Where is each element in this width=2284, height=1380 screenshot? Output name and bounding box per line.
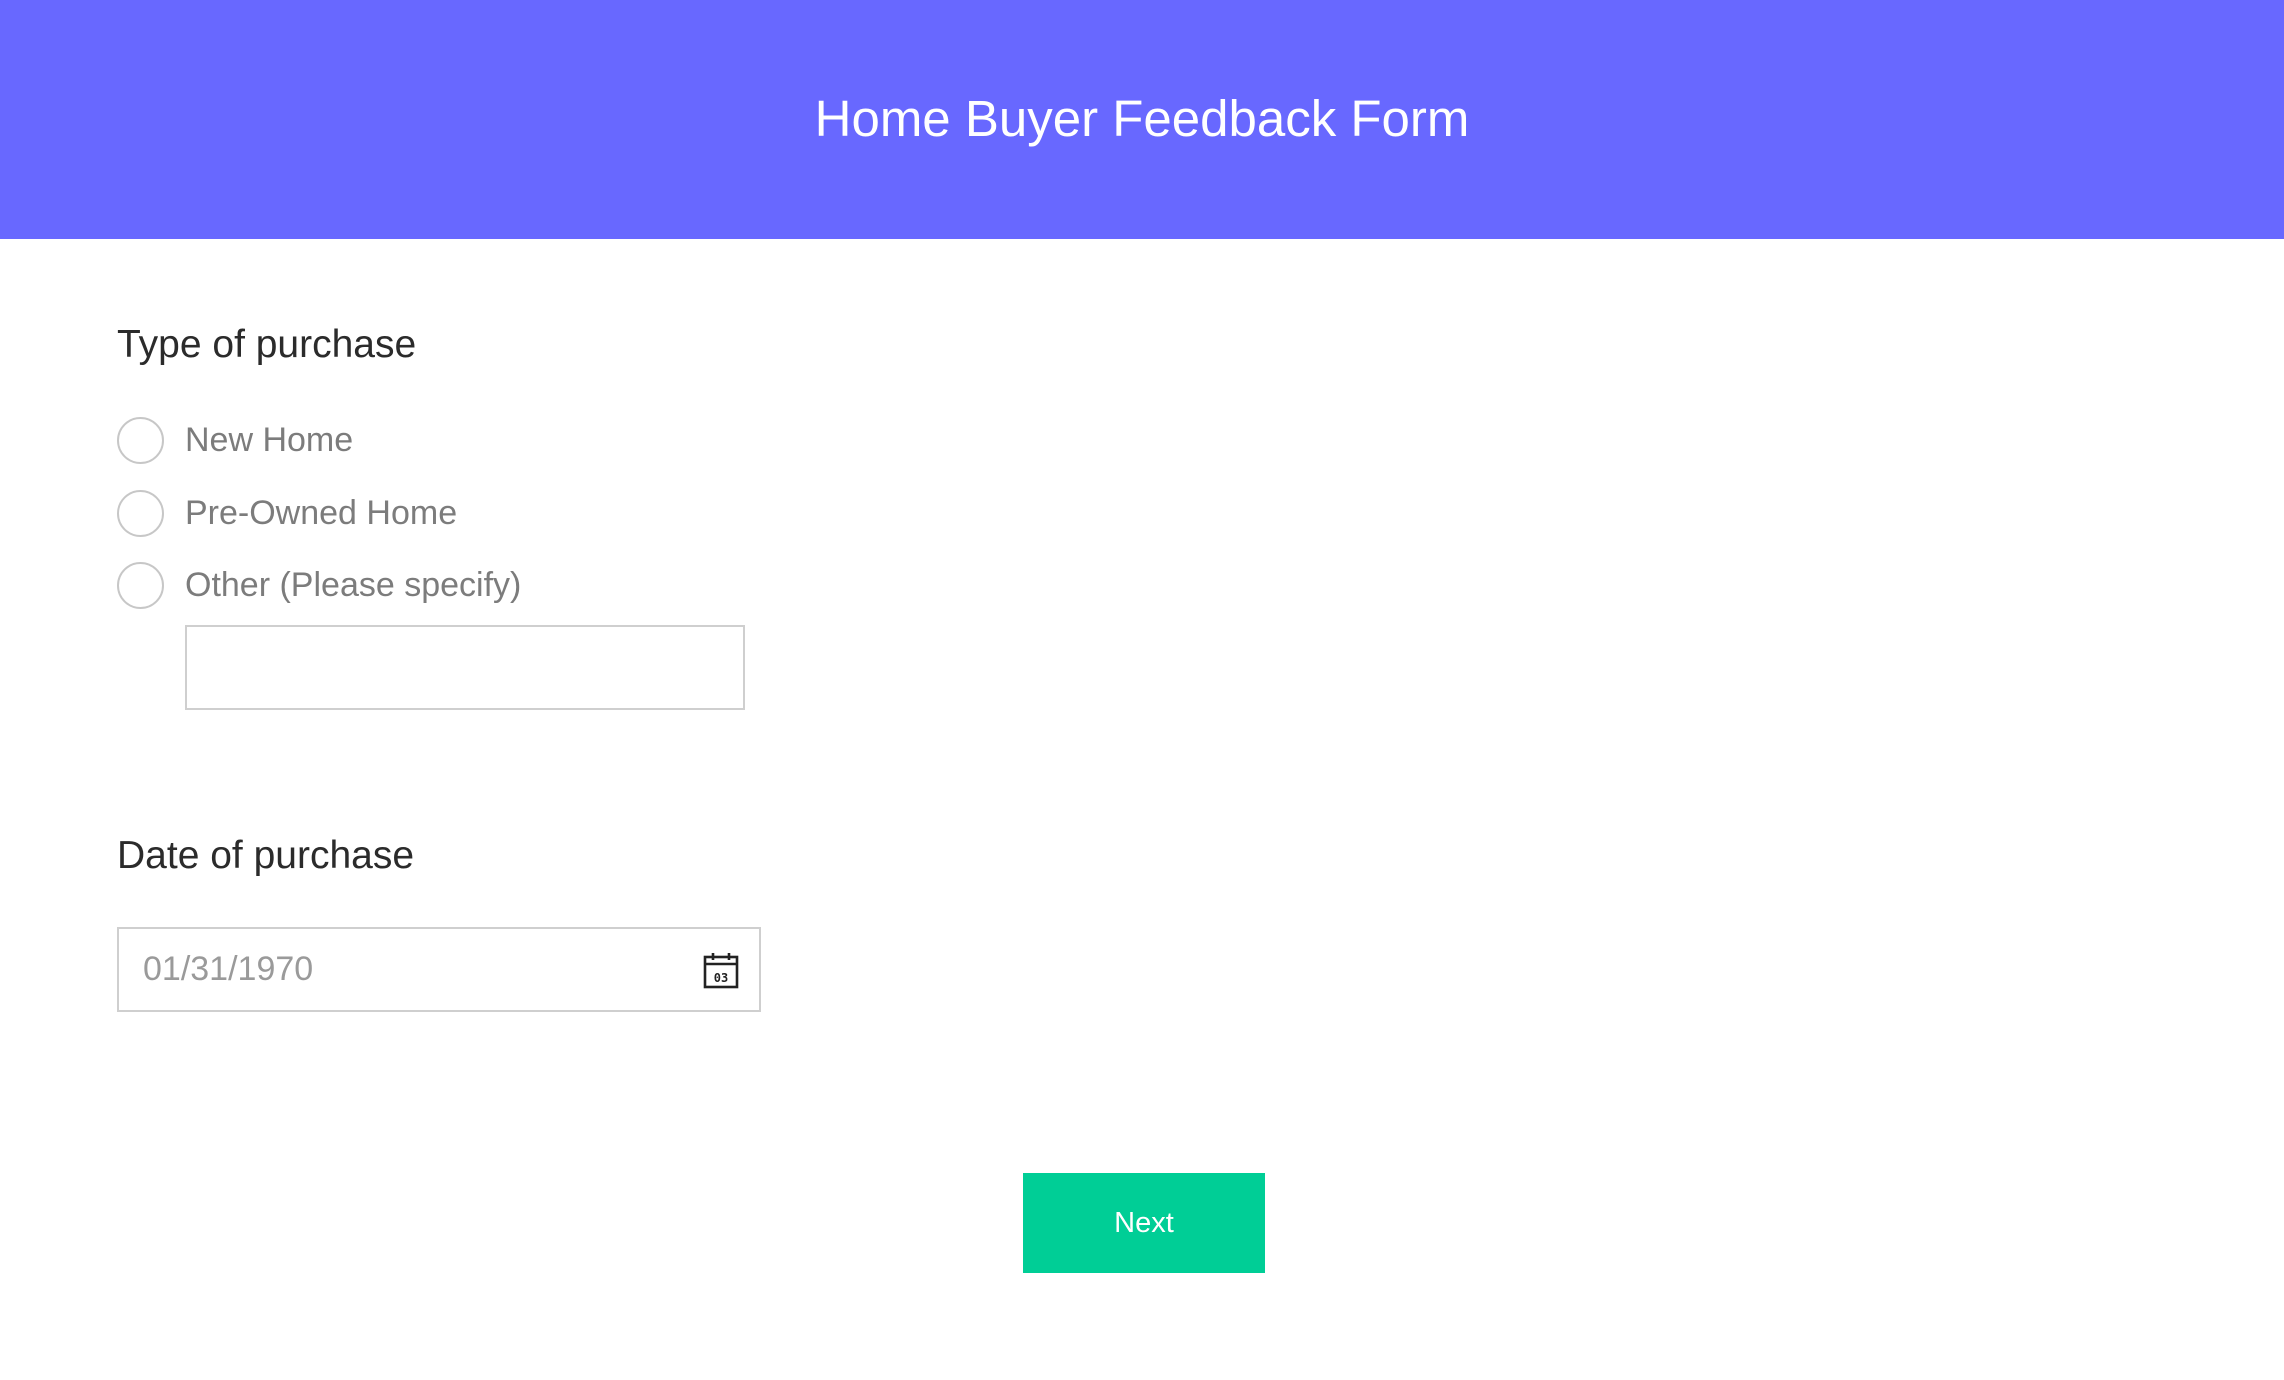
date-field[interactable]: 03 xyxy=(117,927,761,1012)
form-title: Home Buyer Feedback Form xyxy=(814,90,1470,147)
calendar-icon-day: 03 xyxy=(714,971,728,985)
form-header: Home Buyer Feedback Form xyxy=(0,0,2284,239)
radio-label: Pre-Owned Home xyxy=(185,493,458,532)
date-input[interactable] xyxy=(119,929,703,1010)
calendar-icon[interactable]: 03 xyxy=(703,951,739,989)
radio-label: Other (Please specify) xyxy=(185,565,522,604)
type-of-purchase-title: Type of purchase xyxy=(117,323,417,366)
radio-button[interactable] xyxy=(117,416,164,464)
radio-button[interactable] xyxy=(117,489,164,537)
radio-label: New Home xyxy=(185,420,354,459)
radio-button[interactable] xyxy=(117,561,164,609)
date-of-purchase-title: Date of purchase xyxy=(117,834,415,877)
radio-option-pre-owned-home[interactable]: Pre-Owned Home xyxy=(117,489,457,537)
next-button[interactable]: Next xyxy=(1023,1173,1265,1273)
radio-option-other[interactable]: Other (Please specify) xyxy=(117,561,521,609)
other-specify-input[interactable] xyxy=(185,625,745,710)
radio-option-new-home[interactable]: New Home xyxy=(117,416,353,464)
